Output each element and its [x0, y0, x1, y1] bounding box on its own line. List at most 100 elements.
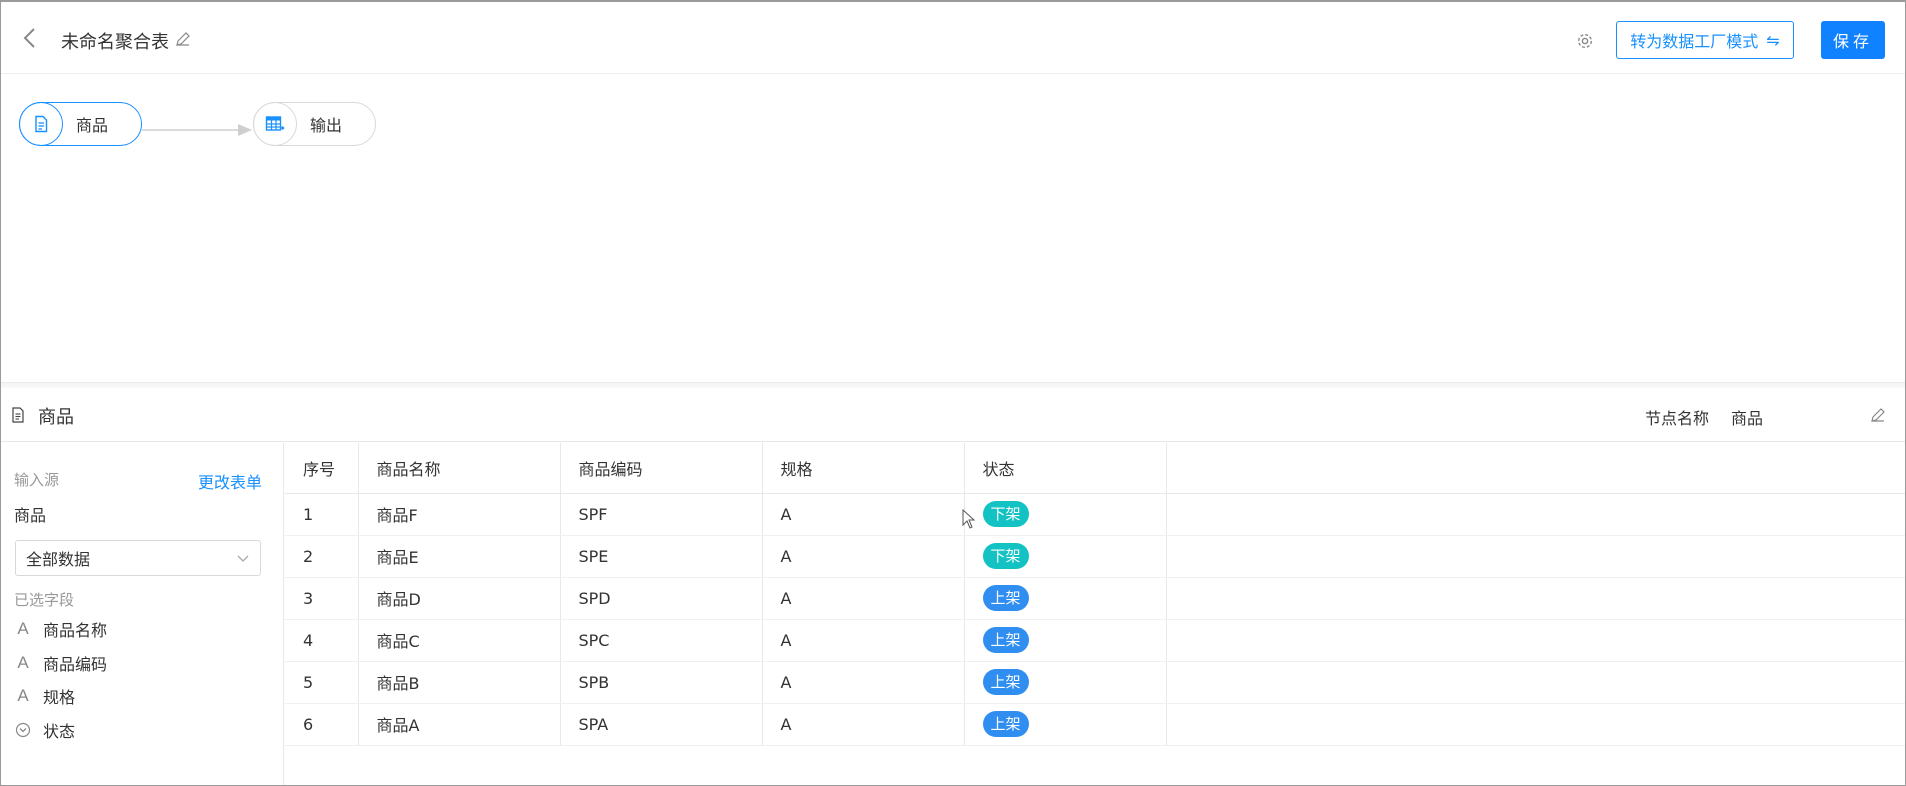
dropdown-field-icon — [15, 722, 31, 738]
edit-title-icon[interactable] — [175, 31, 191, 47]
cell-filler — [1166, 661, 1905, 704]
column-header-spec[interactable]: 规格 — [762, 443, 965, 494]
input-source-label: 输入源 — [14, 471, 60, 489]
status-badge: 下架 — [982, 543, 1029, 569]
node-config-sidebar: 输入源 更改表单 商品 全部数据 已选字段 A 商品名称 A 商品编码 A 规格 — [1, 443, 284, 785]
cell-code: SPE — [560, 535, 763, 578]
swap-icon: ⇋ — [1766, 30, 1780, 50]
cell-filler — [1166, 703, 1905, 746]
column-header-code[interactable]: 商品编码 — [560, 443, 763, 494]
node-name-value[interactable]: 商品 — [1731, 405, 1763, 429]
cell-code: SPD — [560, 577, 763, 620]
status-badge: 上架 — [982, 711, 1029, 737]
cell-index: 5 — [285, 661, 359, 704]
table-row[interactable]: 3 商品D SPD A 上架 — [285, 577, 1905, 620]
top-bar: 未命名聚合表 转为数据工厂模式 ⇋ 保存 — [1, 2, 1905, 74]
column-header-filler — [1166, 443, 1905, 494]
cell-status: 下架 — [964, 493, 1167, 536]
flow-node-output[interactable]: 输出 — [253, 102, 376, 146]
document-icon — [35, 115, 48, 133]
cell-name: 商品B — [358, 661, 561, 704]
cell-index: 1 — [285, 493, 359, 536]
field-item[interactable]: A 商品名称 — [15, 617, 107, 641]
table-row[interactable]: 1 商品F SPF A 下架 — [285, 493, 1905, 536]
table-body: 1 商品F SPF A 下架 2 商品E SPE A 下架 3 商品D SPD A 上架 4 商品C SPC A 上架… — [285, 493, 1905, 746]
cell-spec: A — [762, 703, 965, 746]
field-item[interactable]: A 商品编码 — [15, 651, 107, 675]
flow-connector-arrow — [142, 124, 252, 136]
cell-name: 商品C — [358, 619, 561, 662]
chevron-down-icon — [237, 555, 249, 562]
field-label: 规格 — [43, 688, 76, 707]
cell-code: SPA — [560, 703, 763, 746]
selected-fields-label: 已选字段 — [14, 591, 75, 609]
node-icon-wrap — [19, 102, 63, 146]
convert-to-data-factory-button[interactable]: 转为数据工厂模式 ⇋ — [1616, 21, 1794, 59]
cell-name: 商品D — [358, 577, 561, 620]
table-row[interactable]: 2 商品E SPE A 下架 — [285, 535, 1905, 578]
panel-title: 商品 — [38, 407, 74, 428]
status-badge: 下架 — [982, 501, 1029, 527]
text-field-icon: A — [17, 619, 29, 638]
cell-spec: A — [762, 577, 965, 620]
cell-filler — [1166, 577, 1905, 620]
back-arrow-icon[interactable] — [19, 26, 43, 50]
mouse-pointer-icon — [962, 509, 976, 529]
data-scope-select[interactable]: 全部数据 — [15, 540, 261, 576]
cell-code: SPC — [560, 619, 763, 662]
text-field-icon: A — [17, 686, 29, 705]
cell-index: 2 — [285, 535, 359, 578]
edit-node-name-icon[interactable] — [1870, 407, 1886, 423]
status-badge: 上架 — [982, 585, 1029, 611]
cell-index: 6 — [285, 703, 359, 746]
cell-code: SPF — [560, 493, 763, 536]
app-window: 未命名聚合表 转为数据工厂模式 ⇋ 保存 商品 输出 商品 节点名称 商品 输入… — [0, 0, 1906, 786]
cell-status: 上架 — [964, 577, 1167, 620]
field-item[interactable]: A 规格 — [15, 684, 75, 708]
table-output-icon — [265, 116, 285, 131]
cell-spec: A — [762, 661, 965, 704]
field-label: 商品名称 — [43, 621, 108, 640]
cell-index: 4 — [285, 619, 359, 662]
field-label: 状态 — [43, 722, 76, 741]
cell-status: 上架 — [964, 703, 1167, 746]
document-icon — [12, 407, 24, 423]
status-badge: 上架 — [982, 669, 1029, 695]
cell-filler — [1166, 493, 1905, 536]
cell-spec: A — [762, 493, 965, 536]
table-row[interactable]: 5 商品B SPB A 上架 — [285, 661, 1905, 704]
table-row[interactable]: 4 商品C SPC A 上架 — [285, 619, 1905, 662]
cell-status: 下架 — [964, 535, 1167, 578]
cell-filler — [1166, 619, 1905, 662]
cell-status: 上架 — [964, 661, 1167, 704]
convert-button-label: 转为数据工厂模式 — [1630, 32, 1759, 51]
field-label: 商品编码 — [43, 655, 108, 674]
status-badge: 上架 — [982, 627, 1029, 653]
save-button[interactable]: 保存 — [1821, 21, 1885, 59]
source-form-name: 商品 — [14, 506, 47, 525]
flow-node-source[interactable]: 商品 — [19, 102, 142, 146]
page-title: 未命名聚合表 — [61, 32, 169, 53]
cell-name: 商品F — [358, 493, 561, 536]
flow-canvas[interactable]: 商品 输出 — [1, 74, 1905, 384]
source-node-label: 商品 — [76, 116, 109, 135]
cell-filler — [1166, 535, 1905, 578]
cell-spec: A — [762, 535, 965, 578]
field-item[interactable]: 状态 — [15, 718, 75, 742]
cell-name: 商品E — [358, 535, 561, 578]
column-header-index[interactable]: 序号 — [285, 443, 359, 494]
node-name-label: 节点名称 — [1645, 409, 1710, 428]
column-header-status[interactable]: 状态 — [964, 443, 1167, 494]
cell-name: 商品A — [358, 703, 561, 746]
column-header-name[interactable]: 商品名称 — [358, 443, 561, 494]
table-header-row: 序号 商品名称 商品编码 规格 状态 — [285, 443, 1905, 494]
change-form-link[interactable]: 更改表单 — [198, 469, 262, 493]
text-field-icon: A — [17, 653, 29, 672]
data-scope-value: 全部数据 — [26, 550, 91, 569]
data-preview-table: 序号 商品名称 商品编码 规格 状态 1 商品F SPF A 下架 2 商品E SPE A 下架 3… — [285, 443, 1905, 746]
table-row[interactable]: 6 商品A SPA A 上架 — [285, 703, 1905, 746]
cell-spec: A — [762, 619, 965, 662]
node-icon-wrap — [253, 102, 297, 146]
output-node-label: 输出 — [310, 116, 343, 135]
settings-gear-icon[interactable] — [1575, 31, 1595, 51]
